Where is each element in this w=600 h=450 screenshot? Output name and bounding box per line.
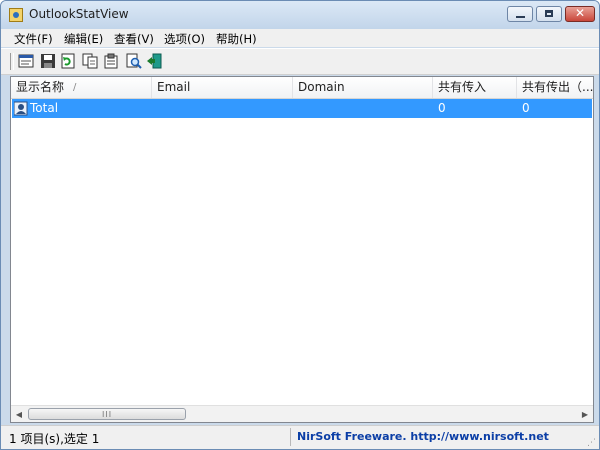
column-header-domain[interactable]: Domain xyxy=(293,77,433,98)
menu-file[interactable]: 文件(F) xyxy=(14,31,53,47)
app-icon xyxy=(9,8,23,22)
status-item-count: 1 项目(s),选定 1 xyxy=(9,432,100,446)
nirsoft-link[interactable]: NirSoft Freeware. http://www.nirsoft.net xyxy=(297,430,549,443)
menu-edit[interactable]: 编辑(E) xyxy=(64,31,103,47)
minimize-button[interactable] xyxy=(507,6,533,22)
properties-button[interactable] xyxy=(102,53,120,69)
scroll-right-icon[interactable]: ▶ xyxy=(577,406,593,422)
cell-total-incoming: 0 xyxy=(438,101,446,115)
sort-indicator-icon: / xyxy=(73,82,77,93)
scroll-left-icon[interactable]: ◀ xyxy=(11,406,27,422)
maximize-button[interactable] xyxy=(536,6,562,22)
scroll-grip-icon: III xyxy=(102,410,113,419)
list-header: 显示名称 / Email Domain 共有传入 共有传出（... xyxy=(11,77,593,99)
window-controls: ✕ xyxy=(504,6,595,24)
save-button[interactable] xyxy=(39,53,57,69)
scroll-thumb[interactable]: III xyxy=(28,408,186,420)
refresh-button[interactable] xyxy=(59,53,77,69)
toolbar-grip[interactable] xyxy=(10,53,14,70)
window-title: OutlookStatView xyxy=(29,7,129,21)
exit-icon xyxy=(147,53,162,69)
html-report-button[interactable] xyxy=(17,53,35,69)
menu-help[interactable]: 帮助(H) xyxy=(216,31,257,47)
column-label: 显示名称 xyxy=(16,80,65,94)
minimize-icon xyxy=(516,16,525,18)
cell-total-outgoing: 0 xyxy=(522,101,530,115)
find-button[interactable] xyxy=(125,53,143,69)
stats-list[interactable]: 显示名称 / Email Domain 共有传入 共有传出（... Total … xyxy=(10,76,594,423)
title-bar[interactable]: OutlookStatView ✕ xyxy=(1,1,599,29)
menu-options[interactable]: 选项(O) xyxy=(164,31,205,47)
exit-button[interactable] xyxy=(146,53,164,69)
find-icon xyxy=(126,53,142,69)
html-report-icon xyxy=(18,54,34,68)
menu-view[interactable]: 查看(V) xyxy=(114,31,154,47)
cell-display-name: Total xyxy=(30,101,59,115)
status-divider xyxy=(290,428,291,446)
close-icon: ✕ xyxy=(574,6,586,20)
close-button[interactable]: ✕ xyxy=(565,6,595,22)
horizontal-scrollbar[interactable]: ◀ III ▶ xyxy=(11,405,593,422)
maximize-icon xyxy=(545,10,553,17)
menu-bar: 文件(F) 编辑(E) 查看(V) 选项(O) 帮助(H) xyxy=(1,29,599,47)
status-bar: 1 项目(s),选定 1 NirSoft Freeware. http://ww… xyxy=(1,425,599,449)
resize-grip-icon[interactable]: ⋰ xyxy=(587,438,597,448)
copy-button[interactable] xyxy=(81,53,99,69)
column-header-total-incoming[interactable]: 共有传入 xyxy=(433,77,517,98)
column-header-display-name[interactable]: 显示名称 / xyxy=(11,77,152,98)
copy-icon xyxy=(82,53,98,69)
save-icon xyxy=(41,54,55,68)
properties-icon xyxy=(104,53,118,69)
contact-icon xyxy=(14,101,28,116)
column-header-total-outgoing[interactable]: 共有传出（... xyxy=(517,77,593,98)
table-row[interactable]: Total 0 0 xyxy=(12,99,592,118)
toolbar xyxy=(1,48,599,75)
app-window: OutlookStatView ✕ 文件(F) 编辑(E) 查看(V) 选项(O… xyxy=(0,0,600,450)
column-header-email[interactable]: Email xyxy=(152,77,293,98)
refresh-icon xyxy=(61,53,75,69)
